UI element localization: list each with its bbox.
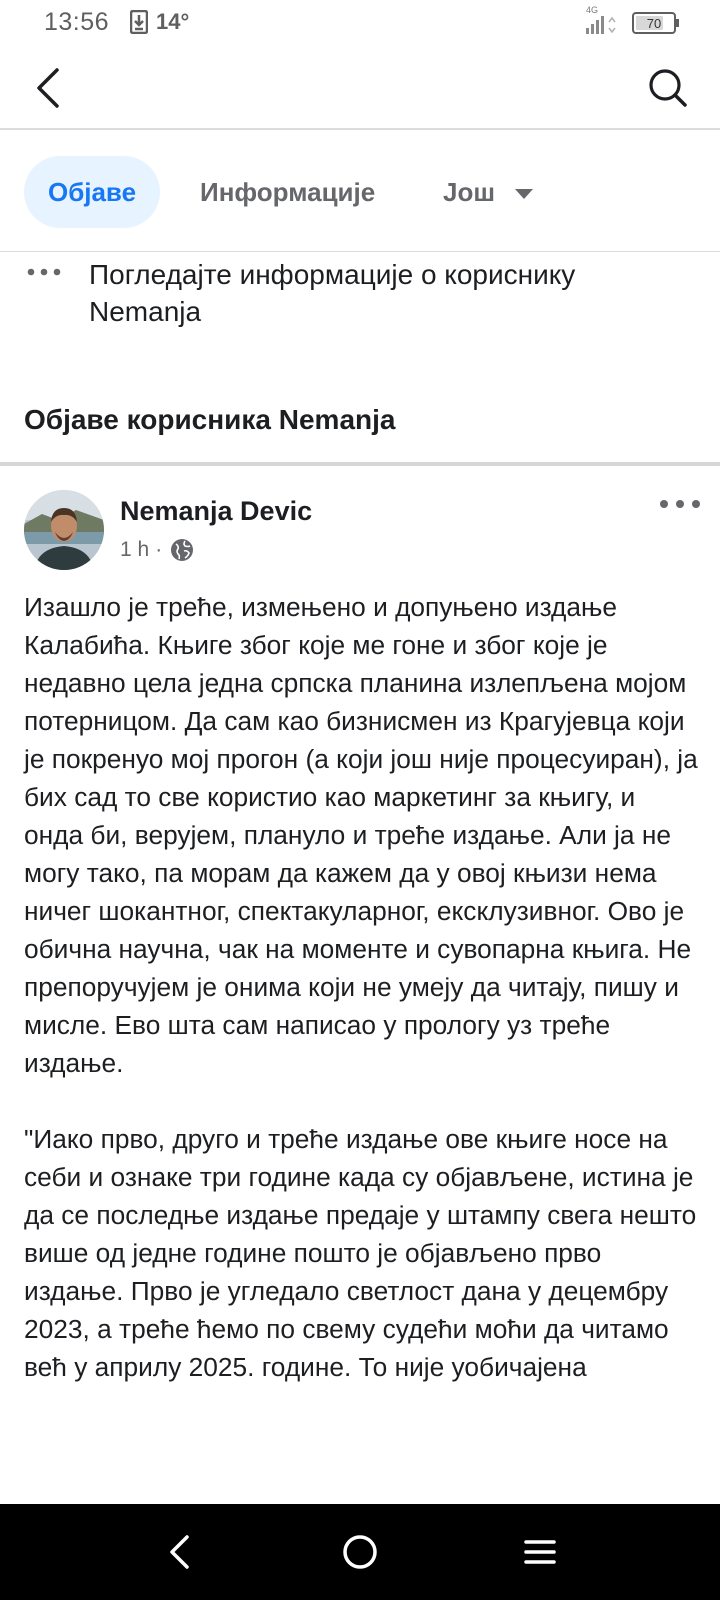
chevron-left-icon <box>37 68 59 108</box>
app-bar <box>0 46 720 130</box>
more-dots-icon <box>27 268 61 276</box>
section-title: Објаве корисника Nemanja <box>24 404 396 435</box>
battery-icon: 70 <box>632 12 679 34</box>
search-icon <box>649 69 687 107</box>
tab-info-label: Информације <box>200 176 376 207</box>
post-time[interactable]: 1 h <box>120 538 149 562</box>
tab-posts[interactable]: Објаве <box>24 156 160 228</box>
status-bar: 13:56 14° 4G 70 <box>0 0 720 46</box>
battery-level: 70 <box>647 16 661 31</box>
tab-info[interactable]: Информације <box>200 156 375 228</box>
post-author[interactable]: Nemanja Devic <box>120 496 312 527</box>
network-label: 4G <box>586 5 598 15</box>
avatar[interactable] <box>24 490 104 570</box>
profile-tabs: Објаве Информације Још <box>0 130 720 252</box>
signal-icon: 4G <box>586 5 616 34</box>
download-icon <box>130 10 148 34</box>
status-time: 13:56 <box>44 8 110 36</box>
post-card: Nemanja Devic 1 h · Изашло је треће, изм… <box>0 466 720 1504</box>
triangle-back-icon <box>170 1535 189 1569</box>
avatar-image <box>24 490 104 570</box>
meta-separator: · <box>155 538 163 561</box>
tab-more[interactable]: Још <box>443 156 534 228</box>
tab-posts-label: Објаве <box>47 176 137 207</box>
status-temperature: 14° <box>156 9 190 34</box>
system-back-button[interactable] <box>154 1526 206 1578</box>
view-info-row[interactable]: Погледајте информације о кориснику Neman… <box>0 252 720 342</box>
system-menu-button[interactable] <box>514 1526 566 1578</box>
back-button[interactable] <box>22 62 74 114</box>
menu-icon <box>524 1540 556 1564</box>
globe-icon <box>171 539 194 561</box>
view-info-text: Погледајте информације о кориснику Neman… <box>89 259 576 327</box>
post-meta: 1 h · <box>120 538 194 562</box>
system-nav-bar <box>0 1504 720 1600</box>
search-button[interactable] <box>640 62 696 114</box>
system-home-button[interactable] <box>334 1526 386 1578</box>
circle-home-icon <box>343 1535 377 1569</box>
caret-down-icon <box>515 189 534 199</box>
post-body: Изашло је треће, измењено и допуњено изд… <box>24 592 698 1382</box>
tab-more-label: Још <box>443 176 496 207</box>
post-options-icon[interactable] <box>658 494 702 514</box>
